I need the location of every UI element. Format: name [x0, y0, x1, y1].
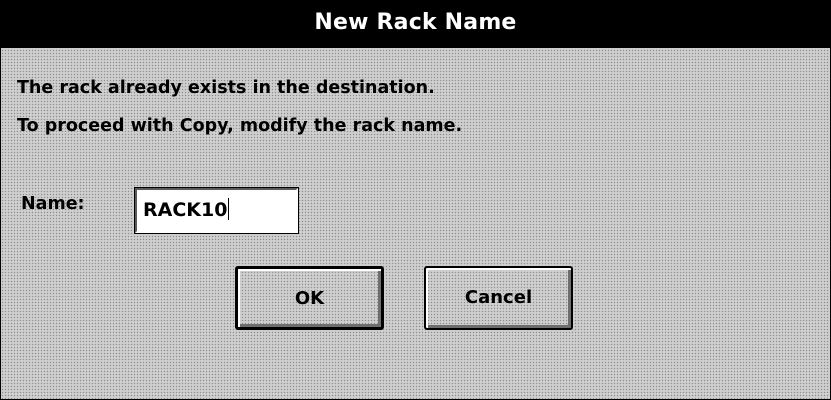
new-rack-name-dialog: New Rack Name The rack already exists in…: [0, 0, 831, 400]
rack-name-input[interactable]: RACK10: [134, 187, 299, 234]
message-line-1: The rack already exists in the destinati…: [17, 78, 435, 98]
ok-button-label: OK: [294, 288, 325, 309]
title-bar[interactable]: New Rack Name: [1, 1, 830, 48]
ok-button[interactable]: OK: [235, 266, 384, 330]
dialog-title: New Rack Name: [314, 10, 517, 35]
cancel-button[interactable]: Cancel: [424, 266, 573, 330]
rack-name-value-wrap: RACK10: [143, 198, 230, 221]
message-line-2: To proceed with Copy, modify the rack na…: [17, 116, 463, 136]
cancel-button-label: Cancel: [464, 287, 533, 308]
rack-name-value: RACK10: [143, 199, 228, 221]
text-caret: [228, 198, 230, 220]
name-label: Name:: [21, 194, 85, 214]
